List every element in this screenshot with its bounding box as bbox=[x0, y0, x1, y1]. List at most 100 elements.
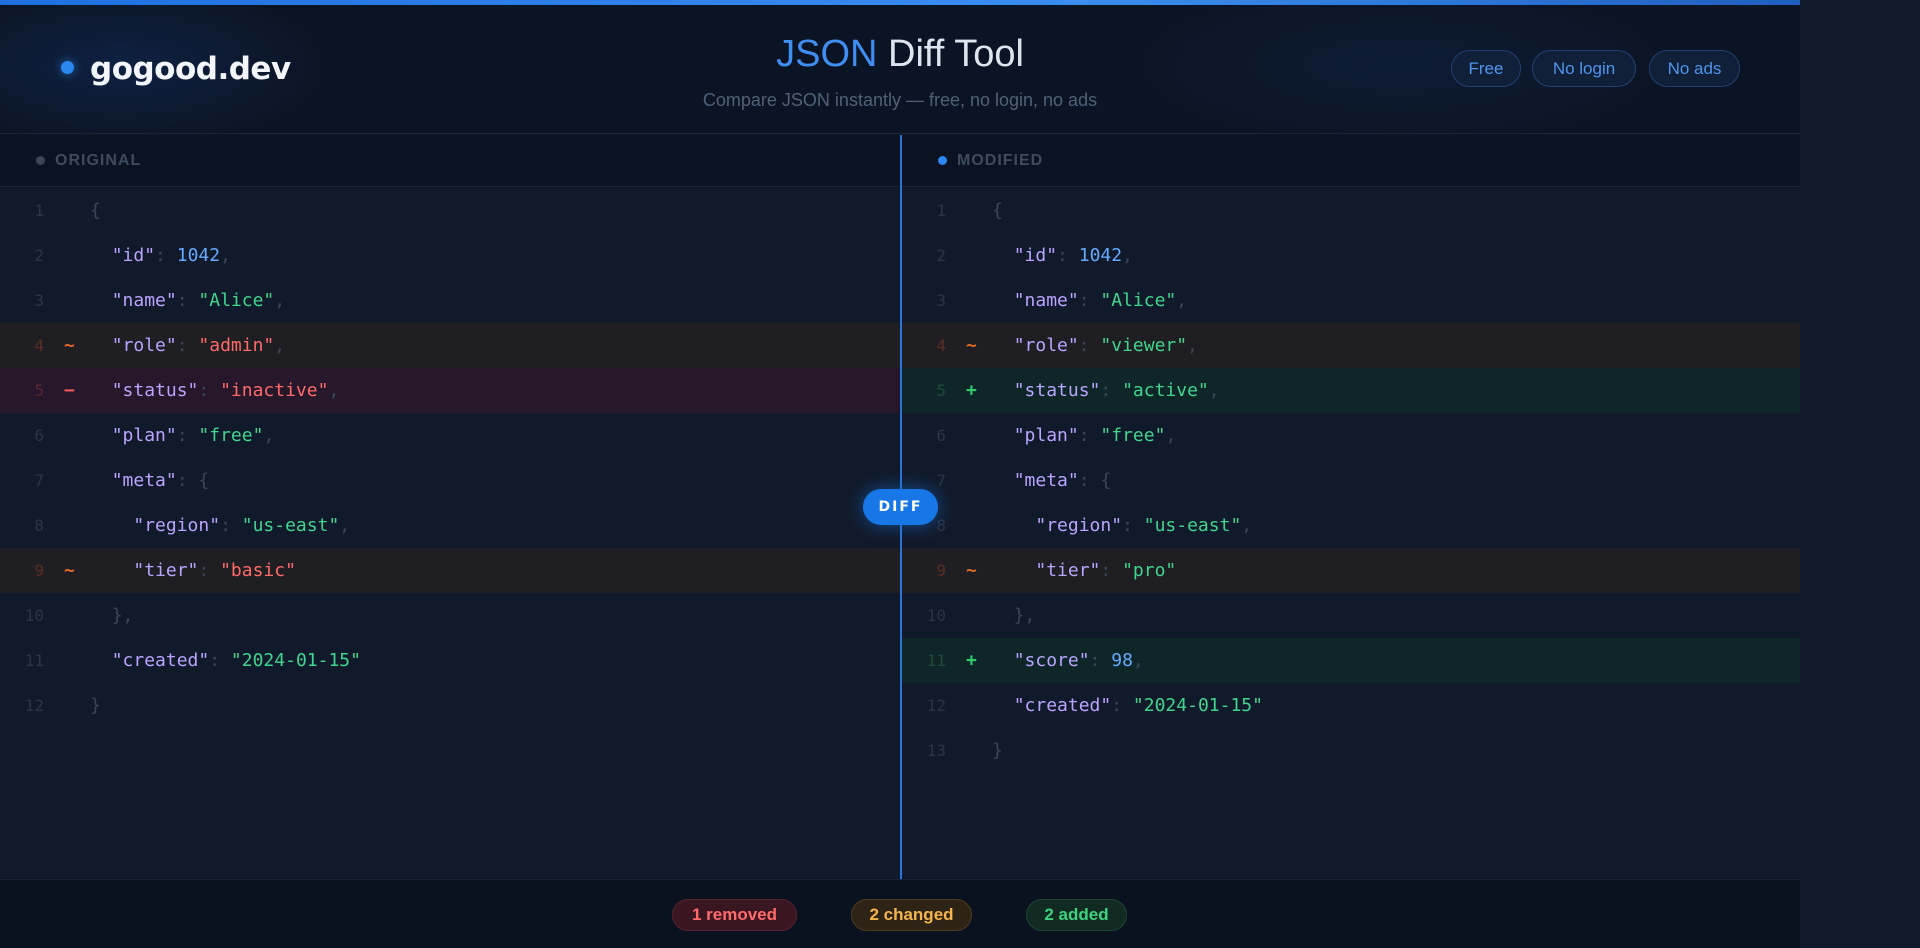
diff-marker: ~ bbox=[966, 560, 977, 581]
code-token: "meta" bbox=[1013, 470, 1079, 491]
original-code-line: 8 "region": "us-east", bbox=[0, 503, 900, 548]
modified-dot-icon bbox=[938, 156, 947, 165]
original-editor[interactable]: 1{2 "id": 1042, 3 "name": "Alice", 4 ~ "rol… bbox=[0, 188, 900, 878]
code-token: "active" bbox=[1122, 380, 1209, 401]
original-code-line: 11 "created": "2024-01-15" bbox=[0, 638, 900, 683]
modified-code-line: 3 "name": "Alice", bbox=[902, 278, 1800, 323]
code-text: "status": "inactive", bbox=[90, 368, 340, 413]
code-text: "score": 98, bbox=[992, 638, 1144, 683]
modified-code-line: 6 "plan": "free", bbox=[902, 413, 1800, 458]
original-code-line: 1{ bbox=[0, 188, 900, 233]
code-token: "pro" bbox=[1122, 560, 1177, 581]
code-token: "id" bbox=[111, 245, 156, 266]
code-token: "basic" bbox=[220, 560, 296, 581]
code-token: : bbox=[1111, 695, 1133, 716]
code-text: "status": "active", bbox=[992, 368, 1220, 413]
code-token: 1042 bbox=[176, 245, 221, 266]
code-token: 98 bbox=[1111, 650, 1133, 671]
code-token: "region" bbox=[133, 515, 221, 536]
line-number: 8 bbox=[34, 516, 44, 535]
code-token: : bbox=[1078, 290, 1101, 311]
line-number: 3 bbox=[936, 291, 946, 310]
code-text: { bbox=[90, 188, 101, 233]
code-token: "plan" bbox=[111, 425, 177, 446]
title-rest: Diff Tool bbox=[877, 33, 1024, 75]
code-token: { bbox=[992, 200, 1003, 221]
code-token: , bbox=[339, 515, 351, 536]
line-number: 3 bbox=[34, 291, 44, 310]
code-token: , bbox=[263, 425, 275, 446]
code-token: "2024-01-15" bbox=[1132, 695, 1263, 716]
diff-marker: − bbox=[64, 380, 75, 401]
code-token: : bbox=[1100, 560, 1123, 581]
modified-code-line: 8 "region": "us-east", bbox=[902, 503, 1800, 548]
original-pane-header: ORIGINAL bbox=[0, 135, 900, 187]
modified-code-line: 2 "id": 1042, bbox=[902, 233, 1800, 278]
line-number: 7 bbox=[34, 471, 44, 490]
line-number: 11 bbox=[24, 651, 44, 670]
diff-marker: + bbox=[966, 380, 977, 401]
original-code-line: 9 ~ "tier": "basic" bbox=[0, 548, 900, 593]
code-token: : bbox=[220, 515, 242, 536]
code-text: "plan": "free", bbox=[992, 413, 1177, 458]
added-count-badge: 2 added bbox=[1026, 899, 1127, 931]
code-text: "id": 1042, bbox=[992, 233, 1133, 278]
code-token: : bbox=[1078, 335, 1101, 356]
code-token: "free" bbox=[1100, 425, 1166, 446]
code-token: }, bbox=[90, 605, 134, 626]
line-number: 4 bbox=[936, 336, 946, 355]
code-text: "created": "2024-01-15" bbox=[90, 638, 361, 683]
modified-editor[interactable]: 1{2 "id": 1042, 3 "name": "Alice", 4 ~ "rol… bbox=[902, 188, 1800, 878]
code-text: } bbox=[90, 683, 101, 728]
line-number: 5 bbox=[936, 381, 946, 400]
code-text: "meta": { bbox=[90, 458, 210, 503]
code-token: "created" bbox=[111, 650, 210, 671]
diff-marker: + bbox=[966, 650, 977, 671]
code-token: "tier" bbox=[133, 560, 199, 581]
badge-no-ads: No ads bbox=[1649, 50, 1740, 87]
line-number: 9 bbox=[936, 561, 946, 580]
code-token: "tier" bbox=[1035, 560, 1101, 581]
line-number: 1 bbox=[34, 201, 44, 220]
code-token: : bbox=[176, 335, 199, 356]
original-code-line: 6 "plan": "free", bbox=[0, 413, 900, 458]
line-number: 6 bbox=[936, 426, 946, 445]
code-token: "Alice" bbox=[198, 290, 275, 311]
original-code-line: 4 ~ "role": "admin", bbox=[0, 323, 900, 368]
diff-button[interactable]: DIFF bbox=[863, 489, 938, 525]
original-code-line: 12} bbox=[0, 683, 900, 728]
app-window: gogood.dev JSON Diff Tool Compare JSON i… bbox=[0, 0, 1800, 948]
badge-free: Free bbox=[1451, 50, 1521, 87]
original-code-line: 7 "meta": { bbox=[0, 458, 900, 503]
original-code-line: 3 "name": "Alice", bbox=[0, 278, 900, 323]
code-token: "name" bbox=[1013, 290, 1079, 311]
line-number: 2 bbox=[34, 246, 44, 265]
line-number: 2 bbox=[936, 246, 946, 265]
modified-pane-header: MODIFIED bbox=[902, 135, 1800, 187]
code-token: "role" bbox=[111, 335, 177, 356]
code-token: "2024-01-15" bbox=[230, 650, 361, 671]
modified-code-line: 4 ~ "role": "viewer", bbox=[902, 323, 1800, 368]
code-text: }, bbox=[90, 593, 134, 638]
code-token: : bbox=[209, 650, 231, 671]
line-number: 9 bbox=[34, 561, 44, 580]
code-token: : bbox=[176, 425, 199, 446]
line-number: 13 bbox=[926, 741, 946, 760]
line-number: 11 bbox=[926, 651, 946, 670]
page-subtitle: Compare JSON instantly — free, no login,… bbox=[702, 90, 1098, 110]
code-token: , bbox=[274, 335, 286, 356]
code-token: "id" bbox=[1013, 245, 1058, 266]
modified-code-line: 9 ~ "tier": "pro" bbox=[902, 548, 1800, 593]
